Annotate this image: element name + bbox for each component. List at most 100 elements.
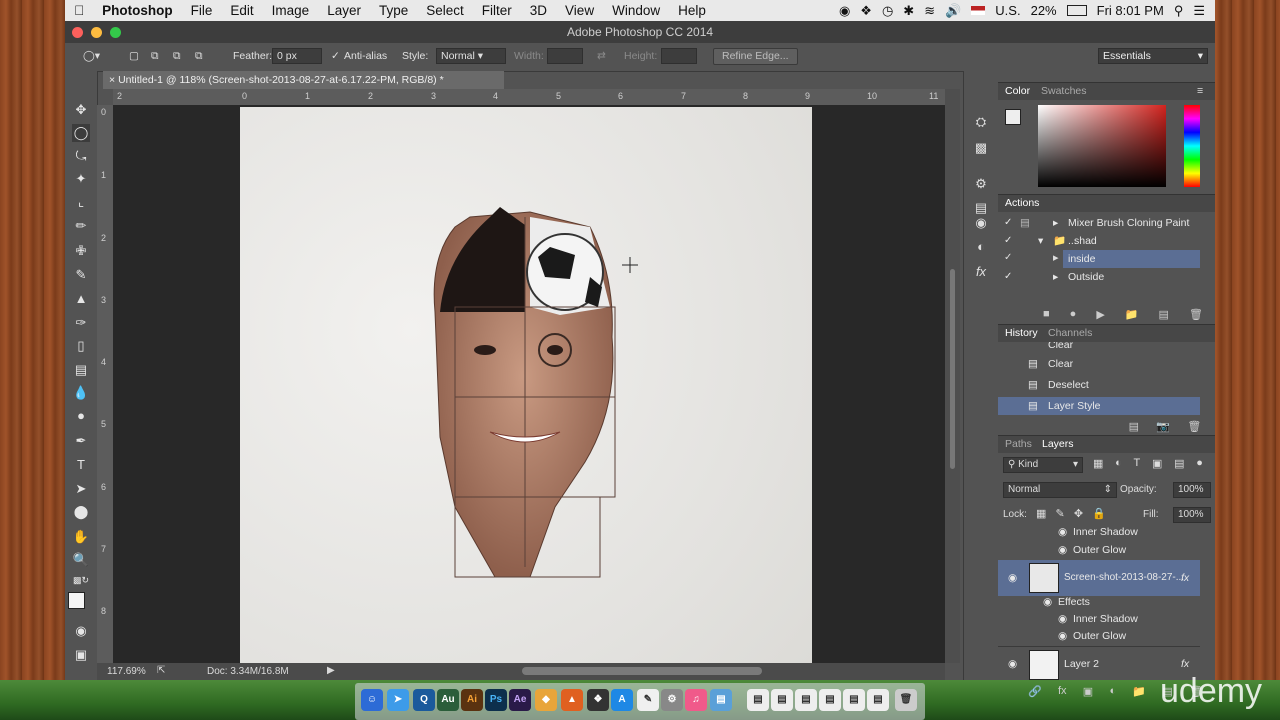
system-preferences-icon[interactable]: ⚙	[661, 689, 683, 711]
new-selection-icon[interactable]: ▢	[129, 50, 139, 62]
audition-icon[interactable]: Au	[437, 689, 459, 711]
blend-mode-select[interactable]: Normal ⇕	[1003, 482, 1117, 498]
foreground-color-swatch[interactable]	[68, 592, 85, 609]
navigator-icon[interactable]: ⛭	[972, 113, 990, 131]
height-input[interactable]	[661, 48, 697, 64]
pen-tool-icon[interactable]: ✒	[72, 432, 90, 450]
add-style-icon[interactable]: fx	[1058, 685, 1067, 698]
actions-title[interactable]: Actions	[1005, 195, 1039, 211]
filter-toggle-icon[interactable]: ●	[1196, 457, 1203, 470]
adjustments-icon[interactable]: ◐	[972, 238, 990, 256]
screen-mode-icon[interactable]: ▣	[72, 646, 90, 664]
gradient-tool-icon[interactable]: ▤	[72, 361, 90, 379]
hue-slider[interactable]	[1184, 105, 1200, 187]
document-tab[interactable]: × Untitled-1 @ 118% (Screen-shot-2013-08…	[103, 71, 504, 89]
eye-icon[interactable]: ◉	[1008, 647, 1017, 681]
new-document-icon[interactable]: ▤	[1129, 420, 1139, 434]
menu-app-name[interactable]: Photoshop	[93, 3, 182, 18]
preview-icon[interactable]: ▤	[710, 689, 732, 711]
dodge-tool-icon[interactable]: ●	[72, 407, 90, 425]
notification-center-icon[interactable]: ☰	[1193, 3, 1205, 19]
minimize-button[interactable]	[91, 27, 102, 38]
layer-effect-row[interactable]: ◉ Inner Shadow	[998, 610, 1200, 628]
eye-icon[interactable]: ◉	[1043, 593, 1052, 611]
eye-icon[interactable]: ◉	[1008, 560, 1017, 596]
eye-icon[interactable]: ◉	[1058, 610, 1067, 628]
volume-icon[interactable]: 🔊	[945, 3, 961, 19]
adjustment-filter-icon[interactable]: ◐	[1115, 457, 1122, 470]
effects-row[interactable]: ◉ Effects	[998, 593, 1200, 611]
menu-help[interactable]: Help	[669, 3, 715, 18]
history-row[interactable]: Clear	[998, 342, 1200, 352]
menu-image[interactable]: Image	[263, 3, 319, 18]
color-picker-field[interactable]	[1038, 105, 1166, 187]
close-button[interactable]	[72, 27, 83, 38]
swap-icon[interactable]: ⇄	[597, 50, 606, 62]
layer-effect-row[interactable]: ◉ Outer Glow	[998, 627, 1200, 645]
time-machine-icon[interactable]: ◷	[882, 3, 893, 19]
eye-icon[interactable]: ◉	[1058, 541, 1067, 559]
collapse-arrow-icon[interactable]: ▾	[1038, 232, 1043, 250]
history-row-selected[interactable]: ▤ Layer Style	[998, 397, 1200, 415]
document-icon[interactable]: ▤	[747, 689, 769, 711]
ellipse-tool-icon[interactable]: ⬤	[72, 503, 90, 521]
pixel-filter-icon[interactable]: ▦	[1093, 457, 1103, 470]
after-effects-icon[interactable]: Ae	[509, 689, 531, 711]
quick-mask-icon[interactable]: ◉	[72, 622, 90, 640]
color-fg-swatch[interactable]	[1005, 109, 1021, 125]
tab-color[interactable]: Color	[1005, 83, 1030, 99]
antialias-checkbox[interactable]: ✓	[331, 50, 340, 62]
action-row[interactable]: ✓ ▾ 📁 shad	[998, 232, 1200, 250]
menu-3d[interactable]: 3D	[521, 3, 556, 18]
width-input[interactable]	[547, 48, 583, 64]
illustrator-icon[interactable]: Ai	[461, 689, 483, 711]
default-colors-icon[interactable]: ▩↻	[72, 571, 90, 589]
photoshop-icon[interactable]: Ps	[485, 689, 507, 711]
new-adjustment-icon[interactable]: ◐	[1109, 685, 1116, 698]
zoom-tool-icon[interactable]: 🔍	[72, 551, 90, 569]
document-icon[interactable]: ▤	[771, 689, 793, 711]
dropbox-icon[interactable]: ❖	[860, 3, 872, 19]
sketch-icon[interactable]: ◆	[535, 689, 557, 711]
layer-effect-row[interactable]: ◉ Inner Shadow	[998, 523, 1200, 541]
app-store-icon[interactable]: A	[611, 689, 633, 711]
layer-effect-row[interactable]: ◉ Outer Glow	[998, 541, 1200, 559]
blur-tool-icon[interactable]: 💧	[72, 384, 90, 402]
layer-fx-icon[interactable]: fx	[1181, 560, 1189, 596]
zoom-button[interactable]	[110, 27, 121, 38]
lock-all-icon[interactable]: 🔒	[1092, 507, 1106, 520]
crop-tool-icon[interactable]: ⌞	[72, 193, 90, 211]
trash-icon[interactable]: 🗑	[895, 689, 917, 711]
action-toggle-checkbox[interactable]: ✓	[1004, 252, 1012, 263]
add-mask-icon[interactable]: ▣	[1083, 685, 1093, 698]
hand-tool-icon[interactable]: ✋	[72, 528, 90, 546]
tab-layers[interactable]: Layers	[1042, 436, 1074, 452]
menu-filter[interactable]: Filter	[473, 3, 521, 18]
lock-pixels-icon[interactable]: ✎	[1056, 507, 1065, 520]
refine-edge-button[interactable]: Refine Edge...	[713, 48, 798, 65]
tab-swatches[interactable]: Swatches	[1041, 83, 1087, 99]
document-icon[interactable]: ▤	[867, 689, 889, 711]
itunes-icon[interactable]: ♫	[685, 689, 707, 711]
status-menu-arrow-icon[interactable]: ▶	[327, 665, 335, 676]
shape-filter-icon[interactable]: ▣	[1152, 457, 1162, 470]
panel-menu-icon[interactable]: ≡	[1197, 83, 1203, 99]
path-selection-tool-icon[interactable]: ➤	[72, 480, 90, 498]
menu-select[interactable]: Select	[417, 3, 473, 18]
bluetooth-icon[interactable]: ✱	[903, 3, 914, 19]
layer-filter-kind[interactable]: ⚲ Kind ▾	[1003, 457, 1083, 473]
new-action-icon[interactable]: ▤	[1159, 308, 1169, 322]
expand-arrow-icon[interactable]: ▸	[1053, 251, 1059, 264]
history-row[interactable]: ▤ Deselect	[998, 376, 1200, 394]
wifi-icon[interactable]: ≋	[924, 3, 935, 19]
new-group-icon[interactable]: 📁	[1132, 685, 1146, 698]
action-toggle-checkbox[interactable]: ✓	[1004, 268, 1012, 286]
tab-paths[interactable]: Paths	[1005, 436, 1032, 452]
action-toggle-checkbox[interactable]: ✓	[1004, 232, 1012, 250]
lasso-tool-icon[interactable]: ⤿	[72, 147, 90, 165]
battery-percent[interactable]: 22%	[1031, 3, 1057, 18]
intersect-selection-icon[interactable]: ⧉	[195, 50, 203, 63]
battery-icon[interactable]	[1066, 5, 1087, 16]
menu-view[interactable]: View	[556, 3, 603, 18]
menu-layer[interactable]: Layer	[318, 3, 370, 18]
